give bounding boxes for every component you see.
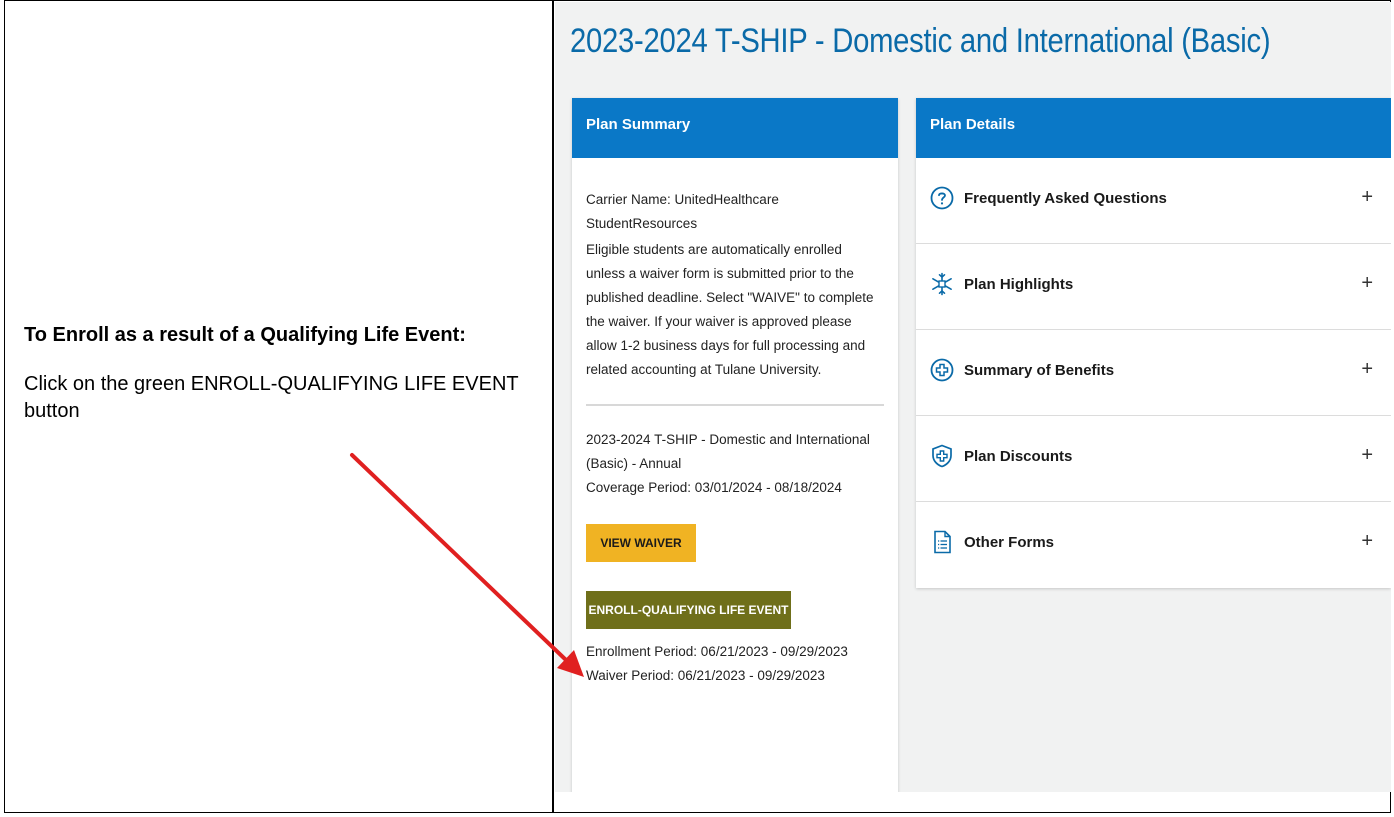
shield-cross-icon [932, 444, 952, 468]
view-waiver-button[interactable]: VIEW WAIVER [586, 524, 696, 562]
carrier-name: Carrier Name: UnitedHealthcare StudentRe… [586, 192, 779, 231]
document-list-icon [934, 530, 951, 554]
instruction-panel: To Enroll as a result of a Qualifying Li… [24, 322, 544, 425]
accordion-faq[interactable]: Frequently Asked Questions + [916, 158, 1391, 244]
expand-plus-icon[interactable]: + [1361, 444, 1373, 467]
enroll-qualifying-life-event-button[interactable]: ENROLL-QUALIFYING LIFE EVENT [586, 591, 791, 629]
expand-plus-icon[interactable]: + [1361, 186, 1373, 209]
coverage-period: Coverage Period: 03/01/2024 - 08/18/2024 [586, 480, 842, 495]
instruction-body: Click on the green ENROLL-QUALIFYING LIF… [24, 373, 519, 422]
enrollment-period: Enrollment Period: 06/21/2023 - 09/29/20… [586, 644, 848, 659]
plan-summary-card: Plan Summary Carrier Name: UnitedHealthc… [572, 98, 898, 792]
expand-plus-icon[interactable]: + [1361, 358, 1373, 381]
accordion-label: Plan Discounts [964, 448, 1073, 465]
plan-summary-header: Plan Summary [572, 98, 898, 158]
accordion-label: Frequently Asked Questions [964, 190, 1167, 207]
accordion-other-forms[interactable]: Other Forms + [916, 502, 1391, 588]
screenshot-panel: 2023-2024 T-SHIP - Domestic and Internat… [555, 2, 1391, 792]
medical-snowflake-icon [932, 272, 952, 296]
accordion-summary-of-benefits[interactable]: Summary of Benefits + [916, 330, 1391, 416]
plan-description: Eligible students are automatically enro… [586, 242, 874, 377]
page-title: 2023-2024 T-SHIP - Domestic and Internat… [570, 22, 1271, 60]
column-divider [552, 0, 554, 813]
accordion-label: Summary of Benefits [964, 362, 1115, 379]
expand-plus-icon[interactable]: + [1361, 272, 1373, 295]
waiver-period: Waiver Period: 06/21/2023 - 09/29/2023 [586, 668, 825, 683]
accordion-label: Plan Highlights [964, 276, 1074, 293]
plan-name: 2023-2024 T-SHIP - Domestic and Internat… [586, 432, 870, 471]
medical-cross-circle-icon [930, 358, 954, 382]
accordion-plan-highlights[interactable]: Plan Highlights + [916, 244, 1391, 330]
summary-divider [586, 404, 884, 406]
question-circle-icon [930, 186, 954, 210]
plan-details-header: Plan Details [916, 98, 1391, 158]
accordion-label: Other Forms [964, 534, 1055, 551]
accordion-plan-discounts[interactable]: Plan Discounts + [916, 416, 1391, 502]
plan-details-card: Plan Details Frequently Asked Questions … [916, 98, 1391, 588]
instruction-title: To Enroll as a result of a Qualifying Li… [24, 324, 466, 346]
expand-plus-icon[interactable]: + [1361, 530, 1373, 553]
